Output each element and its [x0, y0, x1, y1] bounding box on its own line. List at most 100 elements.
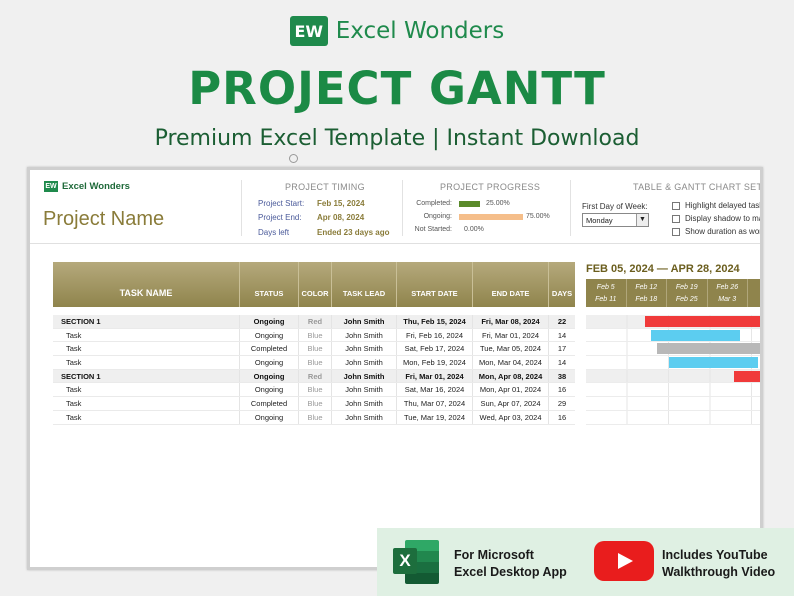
status-cell[interactable]: Ongoing — [240, 356, 299, 369]
column-header-task[interactable]: TASK NAME — [53, 262, 240, 307]
column-header-days[interactable]: DAYS — [549, 262, 575, 307]
gantt-section-bar[interactable] — [645, 316, 760, 327]
table-row[interactable]: Task Completed Blue John Smith Sat, Feb 17, … — [53, 342, 575, 357]
first-day-select[interactable]: Monday ▼ — [582, 213, 649, 227]
end-date-cell[interactable]: Fri, Mar 01, 2024 — [473, 328, 549, 342]
days-cell[interactable]: 29 — [549, 397, 575, 410]
week-end: Feb 25 — [675, 296, 698, 303]
task-name-cell[interactable]: SECTION 1 — [53, 315, 240, 328]
color-cell[interactable]: Blue — [299, 397, 332, 410]
start-date-cell[interactable]: Sat, Feb 17, 2024 — [397, 342, 473, 356]
status-cell[interactable]: Completed — [240, 342, 299, 356]
highlight-delayed-checkbox[interactable]: Highlight delayed tasks — [672, 201, 760, 210]
task-lead-cell[interactable]: John Smith — [332, 397, 397, 410]
excel-icon-letter: X — [393, 548, 417, 574]
task-lead-cell[interactable]: John Smith — [332, 342, 397, 356]
status-cell[interactable]: Ongoing — [240, 315, 299, 328]
start-date-cell[interactable]: Thu, Mar 07, 2024 — [397, 397, 473, 410]
excel-badge-text: For Microsoft Excel Desktop App — [454, 547, 567, 581]
column-header-start-date[interactable]: START DATE — [397, 262, 473, 307]
section-row[interactable]: SECTION 1 Ongoing Red John Smith Fri, Mar 01… — [53, 369, 575, 384]
table-row[interactable]: Task Ongoing Blue John Smith Fri, Feb 16, 20… — [53, 328, 575, 343]
start-date-cell[interactable]: Fri, Feb 16, 2024 — [397, 328, 473, 342]
column-header-status[interactable]: STATUS — [240, 262, 299, 307]
days-cell[interactable]: 22 — [549, 315, 575, 328]
status-cell[interactable]: Ongoing — [240, 383, 299, 397]
end-date-cell[interactable]: Mon, Mar 04, 2024 — [473, 356, 549, 369]
status-cell[interactable]: Ongoing — [240, 328, 299, 342]
start-date-cell[interactable]: Sat, Mar 16, 2024 — [397, 383, 473, 397]
table-row[interactable]: Task Ongoing Blue John Smith Sat, Mar 16, 20… — [53, 383, 575, 398]
end-date-cell[interactable]: Tue, Mar 05, 2024 — [473, 342, 549, 356]
sheet-logo-icon: EW — [44, 181, 58, 192]
color-cell[interactable]: Blue — [299, 383, 332, 397]
youtube-badge-line1: Includes YouTube — [662, 548, 768, 562]
brand-logo-icon: EW — [289, 16, 328, 46]
start-date-cell[interactable]: Fri, Mar 01, 2024 — [397, 369, 473, 383]
task-lead-cell[interactable]: John Smith — [332, 315, 397, 328]
color-cell[interactable]: Blue — [299, 356, 332, 369]
display-shadow-checkbox[interactable]: Display shadow to mark — [672, 214, 760, 223]
color-cell[interactable]: Red — [299, 369, 332, 383]
task-name-cell[interactable]: Task — [53, 383, 240, 397]
task-name-cell[interactable]: Task — [53, 410, 240, 424]
days-cell[interactable]: 16 — [549, 383, 575, 396]
checkbox-box[interactable] — [672, 227, 680, 236]
project-end-value[interactable]: Apr 08, 2024 — [317, 213, 364, 222]
column-header-end-date[interactable]: END DATE — [473, 262, 549, 307]
gantt-task-bar[interactable] — [651, 329, 741, 341]
table-row[interactable]: Task Ongoing Blue John Smith Tue, Mar 19, 20… — [53, 410, 575, 425]
status-cell[interactable]: Ongoing — [240, 410, 299, 424]
first-day-value: Monday — [586, 216, 613, 225]
start-date-cell[interactable]: Mon, Feb 19, 2024 — [397, 356, 473, 369]
status-cell[interactable]: Ongoing — [240, 369, 299, 383]
checkbox-box[interactable] — [672, 201, 680, 210]
color-cell[interactable]: Red — [299, 315, 332, 328]
status-cell[interactable]: Completed — [240, 397, 299, 410]
chevron-down-icon[interactable]: ▼ — [636, 214, 648, 226]
checkbox-box[interactable] — [672, 214, 680, 223]
days-cell[interactable]: 17 — [549, 342, 575, 355]
days-cell[interactable]: 14 — [549, 356, 575, 369]
color-cell[interactable]: Blue — [299, 328, 332, 342]
task-lead-cell[interactable]: John Smith — [332, 356, 397, 369]
column-header-task-lead[interactable]: TASK LEAD — [332, 262, 397, 307]
gantt-task-bar[interactable] — [669, 357, 758, 369]
table-row[interactable]: Task Ongoing Blue John Smith Mon, Feb 19, 20… — [53, 356, 575, 370]
days-cell[interactable]: 38 — [549, 370, 575, 383]
end-date-cell[interactable]: Wed, Apr 03, 2024 — [473, 410, 549, 424]
days-cell[interactable]: 16 — [549, 411, 575, 424]
gantt-section-bar[interactable] — [734, 370, 760, 382]
table-row[interactable]: Task Completed Blue John Smith Thu, Mar 07, … — [53, 397, 575, 411]
days-cell[interactable]: 14 — [549, 329, 575, 342]
gantt-row — [586, 397, 760, 411]
column-header-color[interactable]: COLOR — [299, 262, 332, 307]
start-date-cell[interactable]: Tue, Mar 19, 2024 — [397, 410, 473, 424]
section-row[interactable]: SECTION 1 Ongoing Red John Smith Thu, Feb 15… — [53, 315, 575, 329]
task-name-cell[interactable]: Task — [53, 356, 240, 369]
checkbox-label: Show duration as work — [685, 227, 763, 236]
task-lead-cell[interactable]: John Smith — [332, 410, 397, 424]
task-lead-cell[interactable]: John Smith — [332, 369, 397, 383]
circle-marker-icon — [289, 154, 298, 163]
week-end: Mar 3 — [718, 296, 737, 303]
task-name-cell[interactable]: SECTION 1 — [53, 369, 240, 383]
end-date-cell[interactable]: Fri, Mar 08, 2024 — [473, 315, 549, 328]
end-date-cell[interactable]: Sun, Apr 07, 2024 — [473, 397, 549, 410]
task-lead-cell[interactable]: John Smith — [332, 383, 397, 397]
end-date-cell[interactable]: Mon, Apr 08, 2024 — [473, 369, 549, 383]
week-start: Feb 19 — [675, 284, 698, 291]
end-date-cell[interactable]: Mon, Apr 01, 2024 — [473, 383, 549, 397]
project-name-field[interactable]: Project Name — [43, 208, 164, 231]
task-name-cell[interactable]: Task — [53, 397, 240, 410]
gantt-task-bar[interactable] — [657, 343, 760, 355]
color-cell[interactable]: Blue — [299, 342, 332, 356]
project-start-value[interactable]: Feb 15, 2024 — [317, 199, 365, 208]
task-name-cell[interactable]: Task — [53, 328, 240, 342]
page-title: PROJECT GANTT — [188, 62, 606, 115]
color-cell[interactable]: Blue — [299, 410, 332, 424]
start-date-cell[interactable]: Thu, Feb 15, 2024 — [397, 315, 473, 328]
task-name-cell[interactable]: Task — [53, 342, 240, 356]
task-lead-cell[interactable]: John Smith — [332, 328, 397, 342]
show-duration-checkbox[interactable]: Show duration as work — [672, 227, 763, 236]
